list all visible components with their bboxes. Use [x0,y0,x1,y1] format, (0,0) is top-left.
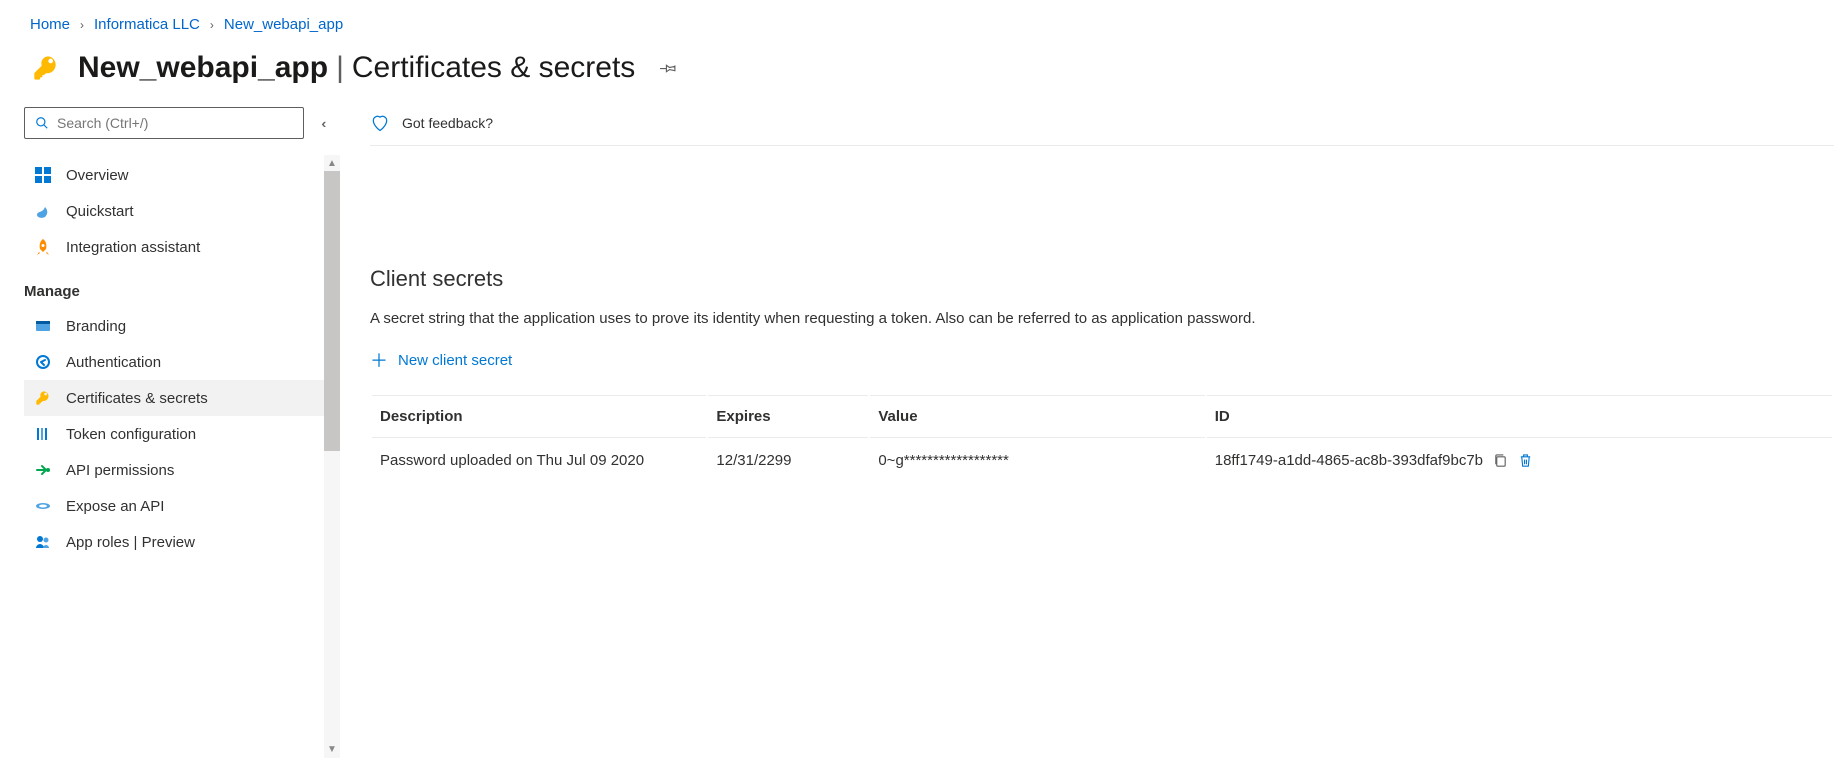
overview-icon [34,166,52,184]
title-separator: | [336,51,344,85]
pin-icon[interactable] [659,59,677,77]
sidebar-item-integration-assistant[interactable]: Integration assistant [24,229,340,265]
new-client-secret-label: New client secret [398,352,512,369]
sidebar-section-manage: Manage [24,265,340,308]
chevron-right-icon: › [80,18,84,32]
table-header-value[interactable]: Value [870,395,1204,438]
breadcrumb-home[interactable]: Home [30,16,70,33]
scroll-up-icon[interactable]: ▲ [324,155,340,172]
section-description: A secret string that the application use… [370,310,1834,327]
feedback-bar[interactable]: Got feedback? [370,107,1834,146]
sidebar: ‹‹ Overview Quickstart [0,107,340,758]
sidebar-item-api-permissions[interactable]: API permissions [24,452,340,488]
table-header-id[interactable]: ID [1207,395,1832,438]
authentication-icon [34,353,52,371]
sidebar-item-app-roles[interactable]: App roles | Preview [24,524,340,560]
table-header-expires[interactable]: Expires [708,395,868,438]
branding-icon [34,317,52,335]
page-title-row: New_webapi_app | Certificates & secrets [0,45,1844,107]
copy-icon[interactable] [1493,453,1508,468]
expose-api-icon [34,497,52,515]
quickstart-icon [34,202,52,220]
scroll-down-icon[interactable]: ▼ [324,741,340,758]
chevron-right-icon: › [210,18,214,32]
collapse-sidebar-button[interactable]: ‹‹ [322,116,330,131]
table-header-description[interactable]: Description [372,395,706,438]
key-icon [30,52,62,84]
rocket-icon [34,238,52,256]
title-app-name: New_webapi_app [78,51,328,85]
client-secrets-table: Description Expires Value ID Password up… [370,393,1834,483]
sidebar-item-quickstart[interactable]: Quickstart [24,193,340,229]
cell-id: 18ff1749-a1dd-4865-ac8b-393dfaf9bc7b [1215,452,1483,469]
sidebar-item-label: API permissions [66,462,174,479]
title-page-name: Certificates & secrets [352,51,635,85]
token-config-icon [34,425,52,443]
sidebar-item-authentication[interactable]: Authentication [24,344,340,380]
feedback-label: Got feedback? [402,115,493,131]
breadcrumb: Home › Informatica LLC › New_webapi_app [0,0,1844,45]
sidebar-item-label: Integration assistant [66,239,200,256]
sidebar-item-branding[interactable]: Branding [24,308,340,344]
cell-expires: 12/31/2299 [708,440,868,481]
breadcrumb-app[interactable]: New_webapi_app [224,16,343,33]
search-input[interactable] [24,107,304,139]
sidebar-item-overview[interactable]: Overview [24,157,340,193]
search-icon [35,116,49,130]
search-field[interactable] [57,115,293,131]
sidebar-item-token-configuration[interactable]: Token configuration [24,416,340,452]
sidebar-item-label: Branding [66,318,126,335]
cell-description: Password uploaded on Thu Jul 09 2020 [372,440,706,481]
content-area: Got feedback? Client secrets A secret st… [340,107,1844,758]
sidebar-item-expose-api[interactable]: Expose an API [24,488,340,524]
sidebar-item-label: Authentication [66,354,161,371]
table-row: Password uploaded on Thu Jul 09 2020 12/… [372,440,1832,481]
new-client-secret-button[interactable]: ＋ New client secret [370,327,512,393]
heart-icon [370,113,390,133]
sidebar-item-certificates-secrets[interactable]: Certificates & secrets [24,380,340,416]
page-title: New_webapi_app | Certificates & secrets [78,51,635,85]
sidebar-item-label: Expose an API [66,498,164,515]
breadcrumb-org[interactable]: Informatica LLC [94,16,200,33]
scrollbar-thumb[interactable] [324,171,340,451]
api-permissions-icon [34,461,52,479]
sidebar-item-label: Token configuration [66,426,196,443]
sidebar-item-label: Certificates & secrets [66,390,208,407]
section-heading-client-secrets: Client secrets [370,266,1834,292]
plus-icon: ＋ [370,347,388,373]
sidebar-item-label: Quickstart [66,203,134,220]
app-roles-icon [34,533,52,551]
key-icon [34,389,52,407]
cell-value: 0~g****************** [870,440,1204,481]
sidebar-item-label: Overview [66,167,129,184]
delete-icon[interactable] [1518,452,1533,469]
sidebar-item-label: App roles | Preview [66,534,195,551]
sidebar-scrollbar[interactable]: ▲ ▼ [324,155,340,758]
